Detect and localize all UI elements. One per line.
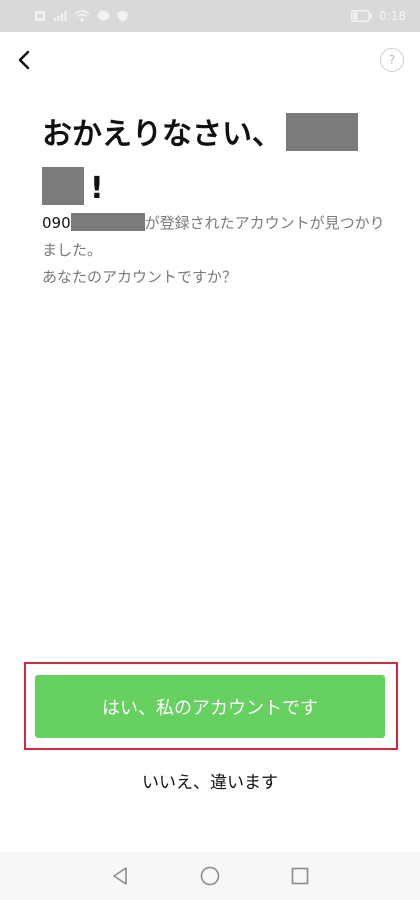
signal-icon [53, 10, 67, 22]
back-triangle-icon [113, 867, 127, 885]
exclamation-text: ! [90, 171, 104, 206]
description-line2: あなたのアカウントですか？ [42, 268, 238, 286]
recents-square-icon [291, 867, 309, 885]
wifi-icon [74, 10, 90, 22]
chat-icon [97, 10, 110, 22]
deny-account-button[interactable]: いいえ、違います [35, 760, 385, 800]
back-button[interactable] [8, 44, 40, 76]
home-circle-icon [200, 866, 220, 886]
sim-icon [34, 10, 46, 22]
nav-recents-button[interactable] [284, 860, 316, 892]
status-bar: 0:18 [0, 0, 420, 32]
status-icons-right: 0:18 [351, 9, 406, 23]
battery-icon [351, 10, 373, 22]
nav-home-button[interactable] [194, 860, 226, 892]
account-description: 090 が登録されたアカウントが見つかりました。 あなたのアカウントですか？ [42, 210, 387, 291]
page-title: おかえりなさい、 ! [42, 108, 392, 216]
redacted-name-part-1 [286, 112, 358, 151]
greeting-text: おかえりなさい、 [42, 117, 282, 152]
chevron-left-icon [18, 50, 30, 70]
help-icon: ? [388, 53, 396, 67]
confirm-account-button[interactable]: はい、私のアカウントです [35, 675, 385, 738]
redacted-name-part-2 [42, 166, 84, 205]
phone-prefix: 090 [42, 214, 71, 232]
shield-icon [117, 10, 128, 22]
status-time: 0:18 [379, 9, 406, 23]
system-nav-bar [0, 852, 420, 900]
nav-back-button[interactable] [104, 860, 136, 892]
help-button[interactable]: ? [380, 48, 404, 72]
status-icons-left [34, 10, 128, 22]
redacted-phone-number [70, 212, 145, 231]
